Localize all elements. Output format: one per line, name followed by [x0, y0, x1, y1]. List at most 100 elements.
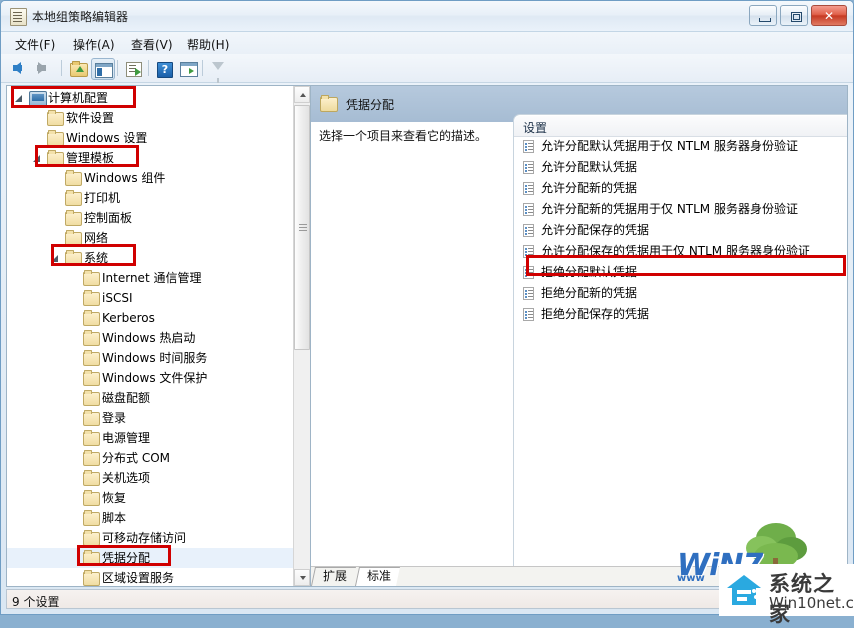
tree-item-label: 软件设置: [66, 111, 115, 125]
toolbar-separator: [202, 60, 203, 76]
settings-list-item[interactable]: 拒绝分配保存的凭据: [514, 304, 847, 325]
folder-icon: [65, 190, 82, 206]
chevron-right-icon[interactable]: [51, 173, 60, 183]
up-folder-icon: [70, 61, 88, 77]
forward-icon: [37, 62, 46, 74]
scroll-down-button[interactable]: [294, 569, 310, 586]
status-text: 9 个设置: [12, 595, 60, 609]
folder-icon: [83, 430, 100, 446]
settings-list-item[interactable]: 拒绝分配新的凭据: [514, 283, 847, 304]
window-controls: ✕: [749, 5, 847, 26]
tab-0[interactable]: 扩展: [310, 567, 357, 586]
folder-icon: [65, 250, 82, 266]
policy-setting-icon: [523, 140, 534, 153]
tree-item-label: Windows 文件保护: [102, 371, 208, 385]
export-list-icon[interactable]: [123, 58, 145, 78]
close-button[interactable]: ✕: [811, 5, 847, 26]
folder-icon: [83, 330, 100, 346]
chevron-down-icon[interactable]: [15, 94, 24, 103]
chevron-right-icon[interactable]: [33, 133, 42, 143]
tree-item-label: Internet 通信管理: [102, 271, 202, 285]
chevron-right-icon[interactable]: [69, 433, 78, 443]
tree-item[interactable]: 计算机配置: [7, 88, 293, 108]
maximize-button[interactable]: [780, 5, 808, 26]
chevron-right-icon[interactable]: [69, 353, 78, 363]
settings-column-header[interactable]: 设置: [514, 116, 847, 137]
scroll-up-button[interactable]: [294, 86, 310, 103]
settings-list-item-label: 拒绝分配保存的凭据: [541, 307, 650, 321]
tree-vertical-scrollbar[interactable]: [293, 86, 310, 586]
tree-item[interactable]: 分布式 COM: [7, 448, 293, 468]
tree-item[interactable]: Windows 热启动: [7, 328, 293, 348]
tab-label: 扩展: [323, 569, 348, 583]
tree-item[interactable]: 磁盘配额: [7, 388, 293, 408]
group-policy-editor-window: 本地组策略编辑器 ✕ 文件(F) 操作(A) 查看(V) 帮助(H) ? 计算机配置软…: [0, 0, 854, 626]
menu-bar: 文件(F) 操作(A) 查看(V) 帮助(H): [1, 32, 853, 54]
filter-icon[interactable]: [207, 58, 229, 83]
tree-item[interactable]: 登录: [7, 408, 293, 428]
menu-item-0[interactable]: 文件(F): [15, 36, 55, 53]
tree-item[interactable]: 网络: [7, 228, 293, 248]
policy-setting-icon: [523, 266, 534, 279]
settings-list-item[interactable]: 拒绝分配默认凭据: [514, 262, 847, 283]
chevron-right-icon[interactable]: [69, 453, 78, 463]
tree-item-label: 管理模板: [66, 151, 115, 165]
tree-item[interactable]: iSCSI: [7, 288, 293, 308]
settings-list: 允许分配默认凭据用于仅 NTLM 服务器身份验证 允许分配默认凭据 允许分配新的凭据…: [514, 136, 847, 569]
chevron-right-icon[interactable]: [51, 213, 60, 223]
settings-list-item[interactable]: 允许分配保存的凭据: [514, 220, 847, 241]
tree-item[interactable]: 系统: [7, 248, 293, 268]
forward-icon[interactable]: [36, 58, 58, 78]
tree-item[interactable]: Internet 通信管理: [7, 268, 293, 288]
settings-list-item[interactable]: 允许分配默认凭据用于仅 NTLM 服务器身份验证: [514, 136, 847, 157]
settings-list-item[interactable]: 允许分配新的凭据用于仅 NTLM 服务器身份验证: [514, 199, 847, 220]
chevron-right-icon[interactable]: [69, 273, 78, 283]
tree-item[interactable]: Windows 组件: [7, 168, 293, 188]
tree-item[interactable]: Windows 时间服务: [7, 348, 293, 368]
back-icon[interactable]: [11, 58, 33, 78]
details-header-title: 凭据分配: [346, 98, 395, 112]
settings-list-item-label: 拒绝分配默认凭据: [541, 265, 638, 279]
tree-item[interactable]: Kerberos: [7, 308, 293, 328]
settings-list-item[interactable]: 允许分配新的凭据: [514, 178, 847, 199]
show-tree-icon[interactable]: [91, 58, 115, 80]
menu-item-3[interactable]: 帮助(H): [187, 36, 229, 53]
tree-item[interactable]: Windows 文件保护: [7, 368, 293, 388]
properties-icon[interactable]: [177, 58, 199, 78]
chevron-right-icon[interactable]: [69, 293, 78, 303]
details-body: 选择一个项目来查看它的描述。 设置 允许分配默认凭据用于仅 NTLM 服务器身份…: [311, 114, 847, 586]
export-list-icon: [126, 62, 142, 77]
folder-icon: [83, 370, 100, 386]
tree-item[interactable]: 恢复: [7, 488, 293, 508]
scroll-thumb[interactable]: [294, 105, 310, 350]
chevron-right-icon[interactable]: [51, 233, 60, 243]
up-folder-icon[interactable]: [67, 58, 89, 78]
tab-label: 标准: [367, 569, 392, 583]
minimize-button[interactable]: [749, 5, 777, 26]
chevron-down-icon[interactable]: [33, 154, 42, 163]
policy-setting-icon: [523, 245, 534, 258]
tree-item[interactable]: 管理模板: [7, 148, 293, 168]
settings-list-item[interactable]: 允许分配默认凭据: [514, 157, 847, 178]
folder-icon: [83, 350, 100, 366]
chevron-down-icon[interactable]: [51, 254, 60, 263]
settings-list-item[interactable]: 允许分配保存的凭据用于仅 NTLM 服务器身份验证: [514, 241, 847, 262]
menu-item-1[interactable]: 操作(A): [73, 36, 115, 53]
tree-item[interactable]: 控制面板: [7, 208, 293, 228]
tree-item[interactable]: Windows 设置: [7, 128, 293, 148]
tree-item[interactable]: 凭据分配: [7, 548, 293, 568]
tree-item[interactable]: 区域设置服务: [7, 568, 293, 586]
tree-item[interactable]: 可移动存储访问: [7, 528, 293, 548]
policy-tree: 计算机配置软件设置 Windows 设置管理模板 Windows 组件 打印机 控制面板…: [7, 88, 293, 586]
tree-item-label: 系统: [84, 251, 109, 265]
menu-item-2[interactable]: 查看(V): [131, 36, 173, 53]
tree-item[interactable]: 软件设置: [7, 108, 293, 128]
help-icon[interactable]: ?: [153, 58, 175, 78]
tree-item[interactable]: 关机选项: [7, 468, 293, 488]
tree-item[interactable]: 电源管理: [7, 428, 293, 448]
chevron-right-icon[interactable]: [33, 113, 42, 123]
tab-1[interactable]: 标准: [354, 567, 401, 586]
tree-item[interactable]: 脚本: [7, 508, 293, 528]
tree-item[interactable]: 打印机: [7, 188, 293, 208]
computer-icon: [29, 91, 47, 107]
